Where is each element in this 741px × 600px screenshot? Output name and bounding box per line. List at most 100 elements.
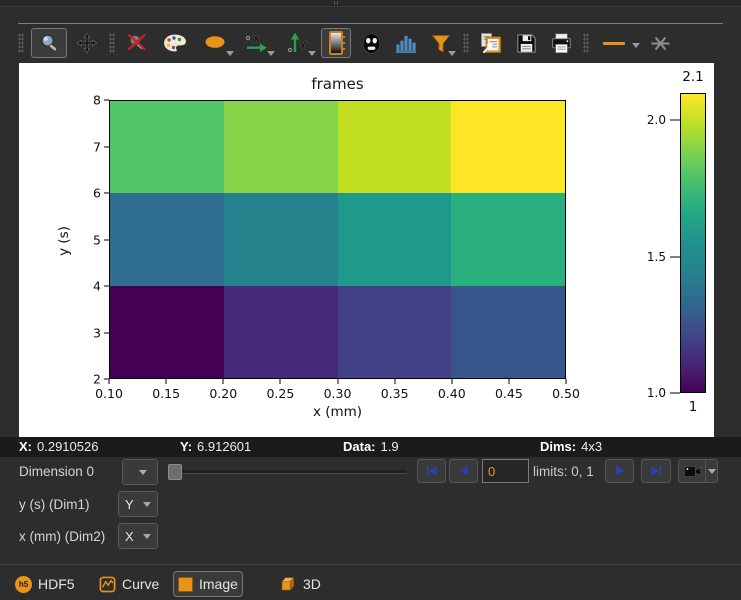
tick-label: 8: [93, 93, 101, 108]
dimension0-label: Dimension 0: [19, 464, 94, 479]
pan-arrows-icon: [76, 32, 98, 54]
toolbar-grip[interactable]: [109, 33, 115, 53]
x-autoscale-button[interactable]: X: [239, 28, 275, 58]
panel-splitter-line[interactable]: [18, 23, 723, 24]
tab-3d-label: 3D: [303, 576, 321, 592]
tab-image-label: Image: [199, 576, 238, 592]
dropdown-arrow-icon: [632, 43, 640, 48]
splitter-handle[interactable]: [334, 1, 339, 5]
histogram-button[interactable]: [391, 28, 421, 58]
tab-3d[interactable]: 3D: [274, 571, 326, 597]
colorbar-max-label: 2.1: [659, 69, 727, 85]
first-frame-button[interactable]: [417, 459, 446, 483]
roi-ellipse-button[interactable]: [198, 28, 234, 58]
dim1-label: y (s) (Dim1): [19, 497, 90, 512]
toolbar-grip[interactable]: [463, 33, 469, 53]
frame-slider-groove[interactable]: [167, 470, 407, 474]
heatmap-cell: [224, 101, 338, 193]
tick-label: 0.10: [95, 386, 123, 401]
hdf5-icon: h5: [15, 576, 32, 593]
y-axis-label: y (s): [56, 226, 72, 256]
last-frame-button[interactable]: [641, 459, 671, 483]
svg-text:Y: Y: [298, 39, 308, 52]
video-camera-icon: [682, 463, 703, 480]
dim1-axis-dropdown[interactable]: Y: [118, 491, 158, 517]
x-tick-labels: 0.100.150.200.250.300.350.400.450.50: [109, 386, 566, 400]
colorbar-gradient[interactable]: [680, 93, 706, 393]
limits-label: limits: 0, 1: [533, 464, 594, 479]
tick-label: 7: [93, 139, 101, 154]
zoom-reset-icon: [126, 32, 148, 54]
dim2-axis-dropdown[interactable]: X: [118, 523, 158, 549]
tick-label: 6: [93, 186, 101, 201]
copy-snapshot-icon: [479, 31, 503, 55]
tick-label: 0.30: [324, 386, 352, 401]
y-autoscale-button[interactable]: Y: [280, 28, 316, 58]
zoom-mode-button[interactable]: [31, 28, 67, 58]
status-dims: Dims:4x3: [540, 439, 602, 454]
tick-label: 2: [93, 372, 101, 387]
heatmap-cell: [338, 193, 452, 285]
colorbar-tick-labels: 2.01.51.0: [625, 93, 666, 393]
tab-hdf5[interactable]: h5 HDF5: [10, 571, 80, 597]
zoom-reset-button[interactable]: [122, 28, 152, 58]
chevron-down-icon: [143, 534, 151, 539]
save-button[interactable]: [511, 28, 541, 58]
print-button[interactable]: [546, 28, 576, 58]
copy-button[interactable]: [476, 28, 506, 58]
tick-label: 4: [93, 279, 101, 294]
tab-curve[interactable]: Curve: [94, 571, 164, 597]
colorbar-tick-marks: [670, 93, 680, 393]
y-tick-labels: 8765432: [71, 100, 101, 379]
status-x: X:0.2910526: [19, 439, 98, 454]
plot-title: frames: [109, 75, 566, 93]
dim2-selected-value: X: [125, 529, 134, 544]
toolbar-grip[interactable]: [18, 33, 24, 53]
dim1-selected-value: Y: [125, 497, 134, 512]
tab-image[interactable]: Image: [173, 571, 243, 597]
colorbar-toggle-button[interactable]: [321, 28, 351, 58]
status-y: Y:6.912601: [180, 439, 251, 454]
heatmap-cell: [224, 193, 338, 285]
dropdown-arrow-icon: [308, 51, 316, 56]
play-movie-button[interactable]: [678, 459, 706, 483]
tab-curve-label: Curve: [122, 576, 159, 592]
colormap-button[interactable]: [157, 28, 193, 58]
tick-label: 0.20: [209, 386, 237, 401]
pan-mode-button[interactable]: [72, 28, 102, 58]
tick-label: 5: [93, 232, 101, 247]
status-x-label: X:: [19, 439, 32, 454]
position-statusbar: X:0.2910526 Y:6.912601 Data:1.9 Dims:4x3: [0, 437, 741, 457]
profile-line-icon: [603, 42, 625, 45]
frame-slider-handle[interactable]: [168, 464, 182, 480]
x-axis-label: x (mm): [109, 404, 566, 420]
toolbar-grip[interactable]: [583, 33, 589, 53]
palette-icon: [162, 32, 188, 54]
mask-tool-button[interactable]: [356, 28, 386, 58]
plot-canvas[interactable]: frames y (s) 8765432 0.100.150.200.250.3…: [19, 63, 714, 437]
skip-to-start-icon: [422, 462, 442, 480]
movie-options-dropdown[interactable]: [705, 459, 718, 483]
profile-clear-button[interactable]: [645, 28, 675, 58]
dimension0-dropdown[interactable]: [122, 459, 158, 485]
tab-hdf5-label: HDF5: [38, 576, 75, 592]
profile-line-button[interactable]: [596, 28, 632, 58]
dropdown-arrow-icon: [226, 51, 234, 56]
heatmap-cell: [338, 286, 452, 378]
frame-number-input[interactable]: [482, 459, 529, 483]
status-y-label: Y:: [180, 439, 192, 454]
heatmap-cell: [110, 286, 224, 378]
colorbar-min-label: 1: [659, 399, 727, 415]
tick-label: 0.25: [266, 386, 294, 401]
previous-icon: [454, 462, 474, 480]
plot-toolbar: X Y: [16, 26, 675, 60]
x-tick-marks: [109, 379, 566, 384]
previous-frame-button[interactable]: [449, 459, 478, 483]
tick-label: 3: [93, 325, 101, 340]
filter-button[interactable]: [426, 28, 456, 58]
heatmap-image[interactable]: [109, 100, 566, 379]
next-frame-button[interactable]: [605, 459, 634, 483]
chevron-down-icon: [139, 470, 147, 475]
top-splitter-strip: [0, 0, 741, 7]
heatmap-cell: [338, 101, 452, 193]
